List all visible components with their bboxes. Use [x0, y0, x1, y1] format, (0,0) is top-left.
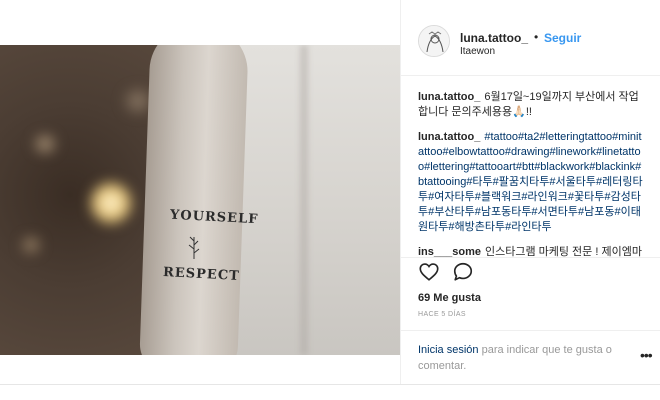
comment-bubble-icon[interactable] [452, 261, 476, 285]
like-heart-icon [419, 263, 439, 281]
instagram-post: YOURSELF RESPECT luna.tattoo_ • Seguir I… [0, 0, 660, 384]
comment-username[interactable]: luna.tattoo_ [418, 91, 480, 103]
bokeh-light [30, 133, 60, 155]
post-username[interactable]: luna.tattoo_ [460, 31, 528, 45]
heart-icon[interactable] [418, 261, 442, 285]
more-options-icon[interactable]: ••• [640, 347, 653, 363]
photo-shirt-fold [300, 45, 308, 355]
avatar-drawing-icon [419, 26, 449, 56]
hashtags-comment: luna.tattoo_ #tattoo#ta2#letteringtattoo#… [418, 130, 646, 235]
comment-username[interactable]: ins___some [418, 246, 481, 257]
comment-hashtags[interactable]: #tattoo#ta2#letteringtattoo#minitattoo#e… [418, 131, 643, 233]
post-timestamp[interactable]: HACE 5 DÍAS [418, 311, 466, 318]
header-divider [401, 75, 660, 76]
bokeh-light [18, 235, 44, 255]
post-photo[interactable]: YOURSELF RESPECT [0, 45, 400, 355]
login-prompt: Inicia sesión para indicar que te gusta … [418, 342, 646, 374]
likes-count[interactable]: 69 Me gusta [418, 292, 481, 304]
login-link[interactable]: Inicia sesión [418, 344, 479, 356]
comments-list: luna.tattoo_ 6월17일~19일까지 부산에서 작업합니다 문의주세용… [418, 90, 646, 257]
actions-divider [401, 257, 660, 258]
photo-forearm [138, 45, 250, 355]
post-location[interactable]: Itaewon [460, 46, 495, 57]
separator-dot: • [534, 30, 539, 44]
avatar-illustration-icon[interactable] [418, 25, 450, 57]
comment-icon [453, 262, 473, 281]
comment-username[interactable]: luna.tattoo_ [418, 131, 480, 143]
follow-button[interactable]: Seguir [544, 31, 581, 45]
caption-comment: luna.tattoo_ 6월17일~19일까지 부산에서 작업합니다 문의주세용… [418, 90, 646, 120]
spam-comment: ins___some인스타그램 마케팅 전문 ! 제이엠마케팅 입니다. 인스타… [418, 245, 646, 257]
tattoo-plant-icon [188, 236, 200, 259]
post-header: luna.tattoo_ • Seguir Itaewon [401, 0, 660, 75]
page-bottom-border [0, 384, 660, 385]
login-divider [401, 330, 660, 331]
bokeh-light [88, 180, 134, 226]
